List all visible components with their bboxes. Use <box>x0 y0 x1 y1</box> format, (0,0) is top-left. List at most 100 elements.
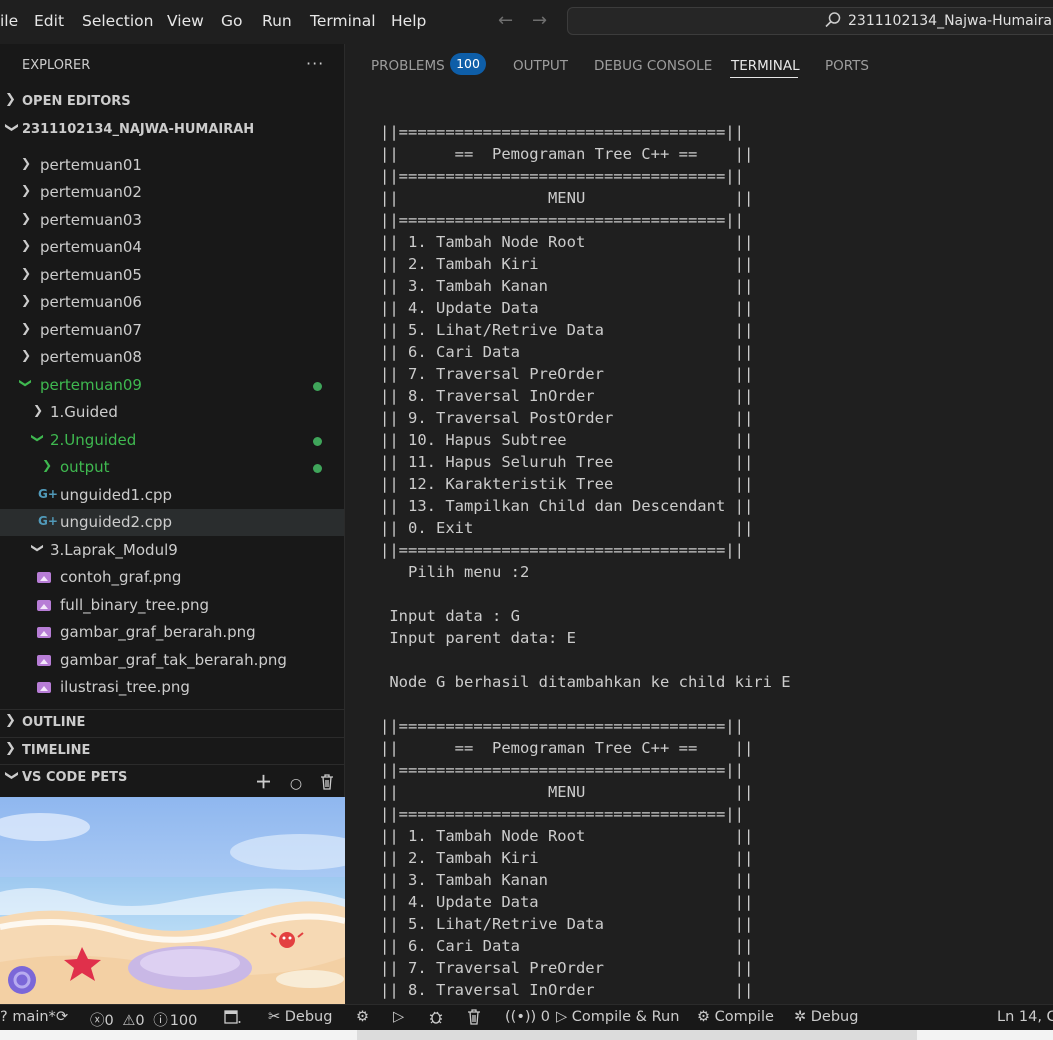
chevron-right-icon: ❯ <box>21 211 32 225</box>
status-bar: ? main* ⟳ ⓧ0 ⚠0 ⓘ 100 ✂ Debug ⚙ ▷ ((•)) 0… <box>0 1004 1053 1030</box>
bug-icon: ✲ <box>794 1009 807 1025</box>
tree-item-folder[interactable]: ❯ pertemuan08 <box>0 344 344 371</box>
outline-section[interactable]: ❯ OUTLINE <box>0 709 344 736</box>
tree-item-folder[interactable]: ❯ 1.Guided <box>0 399 344 426</box>
error-icon: ⓧ <box>90 1013 105 1029</box>
image-file-icon <box>37 572 51 583</box>
tree-item-folder[interactable]: ❯ pertemuan01 <box>0 152 344 179</box>
modified-dot-icon <box>313 382 322 391</box>
menu-help[interactable]: Help <box>391 12 426 30</box>
title-bar: ile Edit Selection View Go Run Terminal … <box>0 0 1053 44</box>
tree-item-file[interactable]: ilustrasi_tree.png <box>0 674 344 701</box>
active-tab-indicator <box>730 77 798 78</box>
tree-item-folder[interactable]: ❯ pertemuan07 <box>0 317 344 344</box>
terminal-output[interactable]: ||===================================|| … <box>380 121 791 1001</box>
image-file-icon <box>37 600 51 611</box>
cpp-file-icon: G+ <box>38 514 58 528</box>
branch-icon: ? <box>0 1009 8 1025</box>
ball-icon[interactable]: ○ <box>290 776 302 792</box>
tree-item-file[interactable]: full_binary_tree.png <box>0 592 344 619</box>
open-editors-section[interactable]: ❯ OPEN EDITORS <box>0 89 344 115</box>
timeline-section[interactable]: ❯ TIMELINE <box>0 737 344 764</box>
bug-icon[interactable] <box>428 1009 444 1029</box>
menu-go[interactable]: Go <box>221 12 243 30</box>
ports-status[interactable]: ((•)) 0 <box>505 1009 550 1025</box>
chevron-down-icon: ❯ <box>3 770 19 781</box>
bottom-panel: PROBLEMS 100 OUTPUT DEBUG CONSOLE TERMIN… <box>345 44 1053 1004</box>
search-text: 2311102134_Najwa-Humairah <box>848 13 1053 29</box>
taskbar-edge <box>0 1030 1053 1040</box>
tree-item-file[interactable]: contoh_graf.png <box>0 564 344 591</box>
chevron-right-icon: ❯ <box>5 713 16 728</box>
pets-beach-scene <box>0 797 345 1004</box>
broadcast-icon: ((•)) <box>505 1009 537 1025</box>
info-icon: ⓘ <box>153 1013 168 1029</box>
tree-item-file[interactable]: G+ unguided1.cpp <box>0 482 344 509</box>
compile-run-button[interactable]: ▷ Compile & Run <box>556 1009 679 1025</box>
tree-item-file[interactable]: gambar_graf_berarah.png <box>0 619 344 646</box>
tools-icon: ✂ <box>268 1009 281 1025</box>
tree-item-file-selected[interactable]: G+ unguided2.cpp <box>0 509 344 536</box>
command-center-search[interactable]: 2311102134_Najwa-Humairah <box>567 7 1053 35</box>
trash-icon[interactable] <box>320 773 334 793</box>
chevron-right-icon: ❯ <box>21 348 32 362</box>
tab-output[interactable]: OUTPUT <box>513 58 568 74</box>
play-icon: ▷ <box>556 1009 568 1025</box>
more-actions-icon[interactable]: ··· <box>306 54 324 73</box>
warning-icon: ⚠ <box>122 1013 136 1029</box>
tree-item-folder-open[interactable]: ❯ pertemuan09 <box>0 372 344 399</box>
problems-count-badge: 100 <box>450 53 486 75</box>
modified-dot-icon <box>313 464 322 473</box>
image-file-icon <box>37 655 51 666</box>
chevron-down-icon: ❯ <box>31 542 46 554</box>
chevron-down-icon: ❯ <box>3 122 19 133</box>
tree-item-folder[interactable]: ❯ pertemuan05 <box>0 262 344 289</box>
image-file-icon <box>37 682 51 693</box>
forward-arrow-icon[interactable]: → <box>532 10 547 31</box>
run-play-icon[interactable]: ▷ <box>393 1009 404 1025</box>
tab-terminal[interactable]: TERMINAL <box>731 58 800 74</box>
tree-item-file[interactable]: gambar_graf_tak_berarah.png <box>0 647 344 674</box>
problems-status[interactable]: ⓧ0 ⚠0 ⓘ 100 <box>90 1009 197 1030</box>
menu-edit[interactable]: Edit <box>34 12 64 30</box>
output-icon[interactable] <box>224 1009 242 1029</box>
menu-run[interactable]: Run <box>262 12 292 30</box>
settings-gear-icon[interactable]: ⚙ <box>356 1009 369 1025</box>
tab-ports[interactable]: PORTS <box>825 58 869 74</box>
gear-icon: ⚙ <box>697 1009 710 1025</box>
chevron-right-icon: ❯ <box>5 741 16 756</box>
debug-button[interactable]: ✲ Debug <box>794 1009 858 1025</box>
tree-item-folder[interactable]: ❯ pertemuan06 <box>0 289 344 316</box>
workspace-section[interactable]: ❯ 2311102134_NAJWA-HUMAIRAH <box>0 117 344 143</box>
tree-item-folder[interactable]: ❯ pertemuan04 <box>0 234 344 261</box>
chevron-right-icon: ❯ <box>5 92 16 107</box>
cursor-position[interactable]: Ln 14, Co <box>997 1009 1053 1025</box>
tree-item-folder-open[interactable]: ❯ 2.Unguided <box>0 427 344 454</box>
tree-item-folder-open[interactable]: ❯ 3.Laprak_Modul9 <box>0 537 344 564</box>
back-arrow-icon[interactable]: ← <box>498 10 513 31</box>
pets-section[interactable]: ❯ VS CODE PETS ＋ ○ <box>0 764 344 793</box>
git-branch[interactable]: ? main* <box>0 1009 56 1025</box>
tab-debug-console[interactable]: DEBUG CONSOLE <box>594 58 712 74</box>
menu-selection[interactable]: Selection <box>82 12 153 30</box>
trash-icon[interactable] <box>467 1009 481 1029</box>
chevron-right-icon: ❯ <box>21 293 32 307</box>
sync-icon[interactable]: ⟳ <box>56 1009 68 1025</box>
tree-item-folder[interactable]: ❯ output <box>0 454 344 481</box>
cpp-file-icon: G+ <box>38 487 58 501</box>
chevron-right-icon: ❯ <box>21 266 32 280</box>
compile-button[interactable]: ⚙ Compile <box>697 1009 774 1025</box>
tree-item-folder[interactable]: ❯ pertemuan03 <box>0 207 344 234</box>
chevron-right-icon: ❯ <box>42 458 53 472</box>
debug-config[interactable]: ✂ Debug <box>268 1009 332 1025</box>
tab-problems[interactable]: PROBLEMS <box>371 58 445 74</box>
tree-item-folder[interactable]: ❯ pertemuan02 <box>0 179 344 206</box>
chevron-down-icon: ❯ <box>19 377 34 389</box>
chevron-right-icon: ❯ <box>21 321 32 335</box>
chevron-right-icon: ❯ <box>21 238 32 252</box>
menu-terminal[interactable]: Terminal <box>310 12 376 30</box>
menu-view[interactable]: View <box>167 12 204 30</box>
menu-file[interactable]: ile <box>0 12 18 30</box>
add-pet-icon[interactable]: ＋ <box>255 773 272 793</box>
modified-dot-icon <box>313 437 322 446</box>
